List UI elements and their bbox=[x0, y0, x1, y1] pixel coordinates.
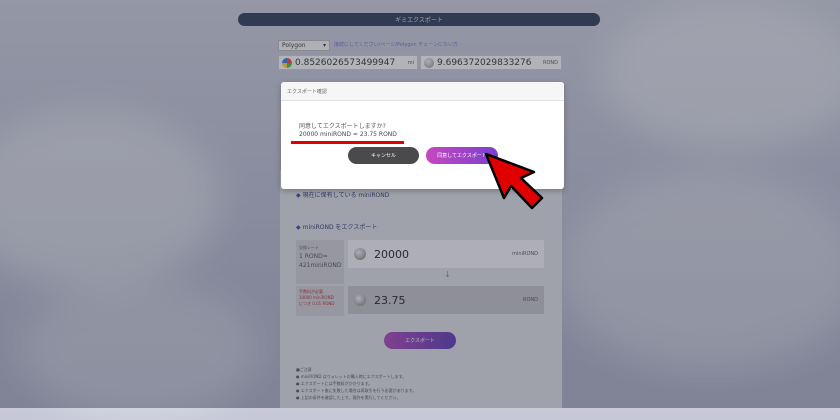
dialog-header: エクスポート確認 bbox=[281, 82, 564, 101]
highlight-underline bbox=[291, 141, 404, 144]
dialog-title: エクスポート確認 bbox=[287, 88, 327, 95]
modal-overlay[interactable] bbox=[0, 0, 840, 408]
cancel-button[interactable]: キャンセル bbox=[348, 147, 419, 164]
dialog-question: 同意してエクスポートしますか? bbox=[299, 123, 386, 130]
dialog-summary: 20000 miniROND = 23.75 ROND bbox=[299, 131, 397, 138]
pointer-arrow-icon bbox=[484, 152, 544, 210]
